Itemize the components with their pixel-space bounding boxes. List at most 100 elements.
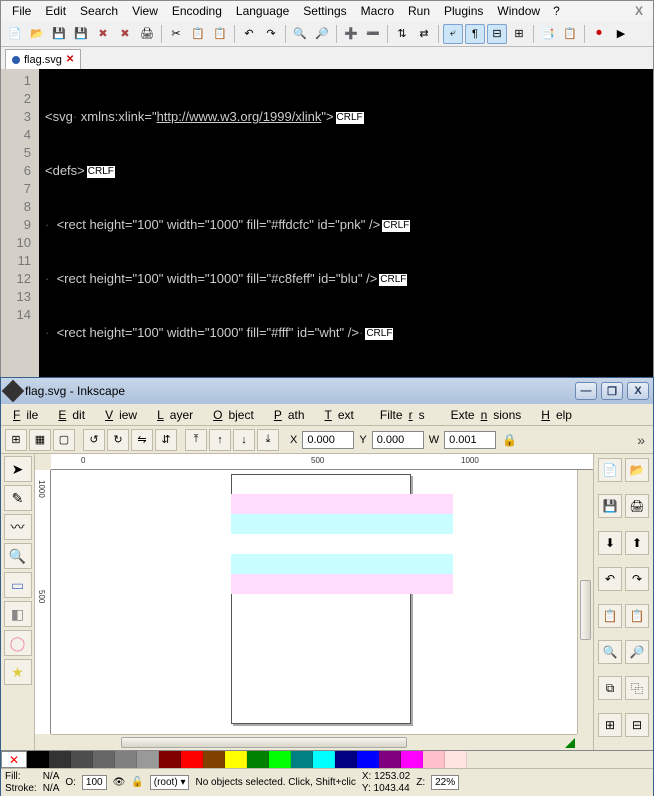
menu-view[interactable]: View (99, 406, 149, 424)
menu-filters[interactable]: Filters (368, 406, 437, 424)
lower-icon[interactable]: ↓ (233, 429, 255, 451)
zoom-tool[interactable]: 🔍 (4, 543, 32, 569)
palette-swatch[interactable] (313, 751, 335, 768)
new-file-icon[interactable]: 📄 (5, 24, 25, 44)
selector-tool[interactable]: ➤ (4, 456, 32, 482)
import-icon[interactable]: ⬇ (598, 531, 622, 555)
open-file-icon[interactable]: 📂 (27, 24, 47, 44)
palette-swatch[interactable] (269, 751, 291, 768)
3dbox-tool[interactable]: ◧ (4, 601, 32, 627)
print-doc-icon[interactable]: 🖨 (625, 494, 649, 518)
palette-swatch[interactable] (445, 751, 467, 768)
copy-icon[interactable]: 📋 (188, 24, 208, 44)
menu-file[interactable]: File (5, 2, 38, 20)
save-all-icon[interactable]: 💾 (71, 24, 91, 44)
save-doc-icon[interactable]: 💾 (598, 494, 622, 518)
redo-icon[interactable]: ↷ (261, 24, 281, 44)
rotate-cw-icon[interactable]: ↻ (107, 429, 129, 451)
palette-swatch[interactable] (27, 751, 49, 768)
rect-tool[interactable]: ▭ (4, 572, 32, 598)
window-close-icon[interactable]: X (629, 2, 649, 20)
palette-swatch[interactable] (181, 751, 203, 768)
file-tab[interactable]: flag.svg ✕ (5, 49, 81, 69)
zoom-input[interactable]: 22% (431, 775, 459, 790)
palette-swatch[interactable] (401, 751, 423, 768)
undo-icon[interactable]: ↶ (239, 24, 259, 44)
sync-v-icon[interactable]: ⇅ (392, 24, 412, 44)
menu-language[interactable]: Language (229, 2, 296, 20)
close-file-icon[interactable]: ✖ (93, 24, 113, 44)
layer-select[interactable]: (root) ▾ (150, 775, 190, 790)
menu-file[interactable]: File (7, 406, 50, 424)
ellipse-tool[interactable]: ◯ (4, 630, 32, 656)
w-input[interactable]: 0.001 (444, 431, 496, 449)
sync-h-icon[interactable]: ⇄ (414, 24, 434, 44)
rotate-ccw-icon[interactable]: ↺ (83, 429, 105, 451)
menu-object[interactable]: Object (207, 406, 266, 424)
palette-swatch[interactable] (335, 751, 357, 768)
menu-layer[interactable]: Layer (151, 406, 205, 424)
none-swatch[interactable]: ✕ (1, 751, 27, 768)
replace-icon[interactable]: 🔎 (312, 24, 332, 44)
star-tool[interactable]: ★ (4, 659, 32, 685)
code-area[interactable]: <svg· xmlns:xlink="http://www.w3.org/199… (39, 69, 653, 378)
menu-macro[interactable]: Macro (354, 2, 401, 20)
copy-icon[interactable]: 📋 (598, 604, 622, 628)
palette-swatch[interactable] (225, 751, 247, 768)
flip-h-icon[interactable]: ⇋ (131, 429, 153, 451)
palette-swatch[interactable] (115, 751, 137, 768)
palette-swatch[interactable] (423, 751, 445, 768)
palette-swatch[interactable] (357, 751, 379, 768)
clone-icon[interactable]: ⿻ (625, 676, 649, 700)
palette-swatch[interactable] (49, 751, 71, 768)
deselect-icon[interactable]: ▢ (53, 429, 75, 451)
cut-icon[interactable]: ✂ (166, 24, 186, 44)
zoom-draw-icon[interactable]: 🔎 (625, 640, 649, 664)
raise-top-icon[interactable]: ⤒ (185, 429, 207, 451)
undo-icon[interactable]: ↶ (598, 567, 622, 591)
palette-swatch[interactable] (71, 751, 93, 768)
play-macro-icon[interactable]: ▶ (611, 24, 631, 44)
palette-swatch[interactable] (137, 751, 159, 768)
menu-help[interactable]: Help (535, 406, 584, 424)
open-doc-icon[interactable]: 📂 (625, 458, 649, 482)
menu-help[interactable]: ? (547, 2, 566, 20)
x-input[interactable]: 0.000 (302, 431, 354, 449)
indent-guide-icon[interactable]: ⊟ (487, 24, 507, 44)
menu-plugins[interactable]: Plugins (437, 2, 490, 20)
paste-icon[interactable]: 📋 (625, 604, 649, 628)
new-doc-icon[interactable]: 📄 (598, 458, 622, 482)
scrollbar-horizontal[interactable] (51, 734, 577, 750)
find-icon[interactable]: 🔍 (290, 24, 310, 44)
palette-swatch[interactable] (203, 751, 225, 768)
close-button[interactable]: X (627, 382, 649, 400)
maximize-button[interactable]: ❐ (601, 382, 623, 400)
show-all-chars-icon[interactable]: ¶ (465, 24, 485, 44)
minimize-button[interactable]: — (575, 382, 597, 400)
raise-icon[interactable]: ↑ (209, 429, 231, 451)
group-icon[interactable]: ⊞ (598, 713, 622, 737)
node-tool[interactable]: ✎ (4, 485, 32, 511)
udlang-icon[interactable]: ⊞ (509, 24, 529, 44)
palette-swatch[interactable] (291, 751, 313, 768)
tab-close-icon[interactable]: ✕ (66, 54, 74, 65)
canvas[interactable] (51, 470, 577, 734)
visibility-icon[interactable]: 👁 (113, 777, 126, 788)
menu-settings[interactable]: Settings (296, 2, 353, 20)
close-all-icon[interactable]: ✖ (115, 24, 135, 44)
paste-icon[interactable]: 📋 (210, 24, 230, 44)
ungroup-icon[interactable]: ⊟ (625, 713, 649, 737)
wordwrap-icon[interactable]: ⤶ (443, 24, 463, 44)
menu-text[interactable]: Text (319, 406, 366, 424)
select-all-icon[interactable]: ⊞ (5, 429, 27, 451)
tweak-tool[interactable]: 〰 (4, 514, 32, 540)
doc-map-icon[interactable]: 📑 (538, 24, 558, 44)
func-list-icon[interactable]: 📋 (560, 24, 580, 44)
palette-swatch[interactable] (247, 751, 269, 768)
redo-icon[interactable]: ↷ (625, 567, 649, 591)
menu-encoding[interactable]: Encoding (165, 2, 229, 20)
save-icon[interactable]: 💾 (49, 24, 69, 44)
zoom-out-icon[interactable]: ➖ (363, 24, 383, 44)
export-icon[interactable]: ⬆ (625, 531, 649, 555)
menu-edit[interactable]: Edit (38, 2, 73, 20)
